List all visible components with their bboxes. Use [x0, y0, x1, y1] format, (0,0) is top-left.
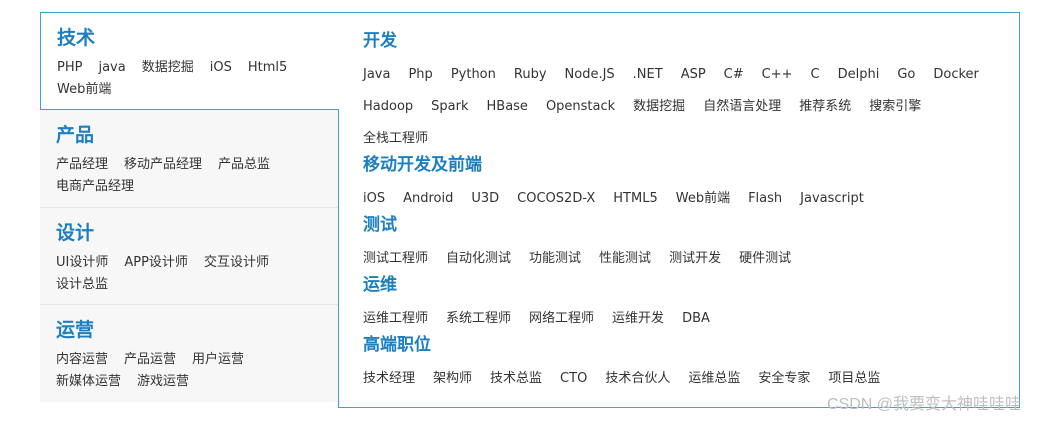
section-link[interactable]: Ruby [514, 59, 547, 91]
left-category-list: 技术 PHP java 数据挖掘 iOS Html5 Web前端 产品 产品经理 移动产品经… [40, 12, 339, 402]
category-title[interactable]: 设计 [56, 220, 323, 246]
category-link[interactable]: 内容运营 [56, 349, 108, 371]
section-title[interactable]: 运维 [363, 273, 1003, 297]
section-link[interactable]: 推荐系统 [799, 91, 851, 123]
section-link[interactable]: Python [451, 59, 496, 91]
category-design[interactable]: 设计 UI设计师 APP设计师 交互设计师设计总监 [40, 207, 339, 304]
section-link[interactable]: 性能测试 [599, 243, 651, 275]
section-link[interactable]: 自动化测试 [446, 243, 511, 275]
section-link[interactable]: C++ [762, 59, 793, 91]
section-link[interactable]: .NET [633, 59, 663, 91]
section-ops: 运维 运维工程师 系统工程师 网络工程师 运维开发 DBA [363, 273, 1003, 335]
category-links: 产品经理 移动产品经理 产品总监电商产品经理 [56, 154, 323, 198]
section-link[interactable]: CTO [560, 363, 587, 395]
section-link[interactable]: 网络工程师 [529, 303, 594, 335]
section-link[interactable]: Web前端 [676, 183, 730, 215]
section-link[interactable]: Openstack [546, 91, 615, 123]
section-link[interactable]: 运维总监 [688, 363, 740, 395]
category-link[interactable]: iOS [210, 57, 232, 79]
category-link[interactable]: 产品运营 [124, 349, 176, 371]
section-link[interactable]: iOS [363, 183, 385, 215]
section-link[interactable]: Flash [748, 183, 782, 215]
section-links: iOS Android U3D COCOS2D-X HTML5 Web前端 Flash Jav… [363, 183, 1003, 215]
section-title[interactable]: 移动开发及前端 [363, 153, 1003, 177]
section-link[interactable]: 硬件测试 [739, 243, 791, 275]
category-links: UI设计师 APP设计师 交互设计师设计总监 [56, 252, 323, 296]
section-links: 测试工程师 自动化测试 功能测试 性能测试 测试开发 硬件测试 [363, 243, 1003, 275]
category-link[interactable]: 移动产品经理 [124, 154, 202, 176]
section-link[interactable]: COCOS2D-X [517, 183, 595, 215]
section-link[interactable]: 技术经理 [363, 363, 415, 395]
section-links: Java Php Python Ruby Node.JS .NET ASP C# C++ C Del… [363, 59, 1003, 155]
category-title[interactable]: 运营 [56, 317, 323, 343]
section-link[interactable]: 全栈工程师 [363, 123, 428, 155]
category-title[interactable]: 产品 [56, 122, 323, 148]
section-link[interactable]: Spark [431, 91, 468, 123]
category-link[interactable]: java [98, 57, 125, 79]
category-link[interactable]: 产品经理 [56, 154, 108, 176]
section-link[interactable]: DBA [682, 303, 710, 335]
category-link[interactable]: UI设计师 [56, 252, 108, 274]
section-link[interactable]: HBase [487, 91, 528, 123]
section-link[interactable]: Javascript [800, 183, 864, 215]
section-title[interactable]: 开发 [363, 29, 1003, 53]
section-link[interactable]: U3D [471, 183, 499, 215]
category-links: PHP java 数据挖掘 iOS Html5 Web前端 [57, 57, 323, 101]
section-link[interactable]: 运维工程师 [363, 303, 428, 335]
category-link[interactable]: 设计总监 [56, 274, 108, 296]
section-link[interactable]: 安全专家 [758, 363, 810, 395]
category-link[interactable]: Web前端 [57, 79, 111, 101]
category-link[interactable]: 交互设计师 [204, 252, 269, 274]
csdn-watermark: CSDN @我要变大神哇哇哇 [826, 396, 1021, 413]
section-link[interactable]: 技术总监 [490, 363, 542, 395]
section-link[interactable]: Php [408, 59, 432, 91]
category-link[interactable]: APP设计师 [124, 252, 188, 274]
section-title[interactable]: 测试 [363, 213, 1003, 237]
section-links: 运维工程师 系统工程师 网络工程师 运维开发 DBA [363, 303, 1003, 335]
category-link[interactable]: Html5 [248, 57, 287, 79]
category-tech[interactable]: 技术 PHP java 数据挖掘 iOS Html5 Web前端 [40, 12, 339, 110]
category-link[interactable]: PHP [57, 57, 82, 79]
section-link[interactable]: 测试工程师 [363, 243, 428, 275]
category-operations[interactable]: 运营 内容运营 产品运营 用户运营新媒体运营 游戏运营 [40, 304, 339, 402]
category-link[interactable]: 产品总监 [218, 154, 270, 176]
section-link[interactable]: 运维开发 [612, 303, 664, 335]
section-link[interactable]: Java [363, 59, 390, 91]
section-link[interactable]: 系统工程师 [446, 303, 511, 335]
section-link[interactable]: Go [897, 59, 915, 91]
subcategory-panel: 开发 Java Php Python Ruby Node.JS .NET ASP C# C++ C… [338, 12, 1020, 408]
section-development: 开发 Java Php Python Ruby Node.JS .NET ASP C# C++ C… [363, 29, 1003, 155]
category-link[interactable]: 用户运营 [192, 349, 244, 371]
section-testing: 测试 测试工程师 自动化测试 功能测试 性能测试 测试开发 硬件测试 [363, 213, 1003, 275]
category-link[interactable]: 游戏运营 [137, 371, 189, 393]
category-link[interactable]: 数据挖掘 [142, 57, 194, 79]
section-link[interactable]: 测试开发 [669, 243, 721, 275]
section-link[interactable]: Node.JS [565, 59, 615, 91]
category-link[interactable]: 电商产品经理 [56, 176, 134, 198]
section-link[interactable]: ASP [681, 59, 706, 91]
section-link[interactable]: Android [403, 183, 453, 215]
section-link[interactable]: C# [724, 59, 744, 91]
job-category-menu: 技术 PHP java 数据挖掘 iOS Html5 Web前端 产品 产品经理 移动产品经… [40, 12, 1020, 408]
category-links: 内容运营 产品运营 用户运营新媒体运营 游戏运营 [56, 349, 323, 393]
category-product[interactable]: 产品 产品经理 移动产品经理 产品总监电商产品经理 [40, 110, 339, 207]
section-title[interactable]: 高端职位 [363, 333, 1003, 357]
section-link[interactable]: 自然语言处理 [703, 91, 781, 123]
section-link[interactable]: 功能测试 [529, 243, 581, 275]
section-link[interactable]: 搜索引擎 [869, 91, 921, 123]
category-link[interactable]: 新媒体运营 [56, 371, 121, 393]
category-title[interactable]: 技术 [57, 25, 323, 51]
section-link[interactable]: 技术合伙人 [605, 363, 670, 395]
section-link[interactable]: 架构师 [433, 363, 472, 395]
section-link[interactable]: C [811, 59, 820, 91]
section-link[interactable]: Docker [933, 59, 979, 91]
section-link[interactable]: Delphi [838, 59, 880, 91]
section-link[interactable]: Hadoop [363, 91, 413, 123]
section-mobile-frontend: 移动开发及前端 iOS Android U3D COCOS2D-X HTML5 Web前端… [363, 153, 1003, 215]
section-senior-positions: 高端职位 技术经理 架构师 技术总监 CTO 技术合伙人 运维总监 安全专家 项目总监 [363, 333, 1003, 395]
section-link[interactable]: HTML5 [613, 183, 657, 215]
section-link[interactable]: 数据挖掘 [633, 91, 685, 123]
